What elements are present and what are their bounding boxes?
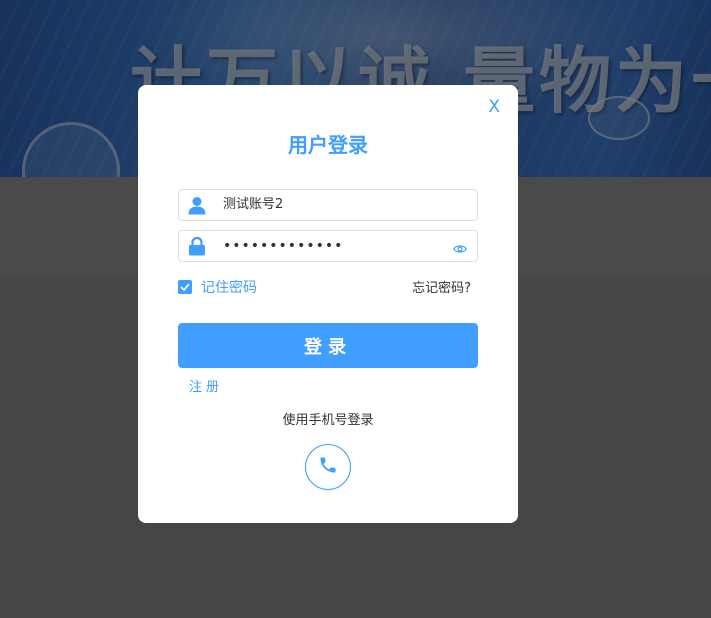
phone-icon <box>318 455 338 479</box>
phone-login-label: 使用手机号登录 <box>282 413 374 428</box>
remember-password-label: 记住密码 <box>201 280 257 296</box>
forgot-password-link[interactable]: 忘记密码? <box>412 277 471 296</box>
password-value: ••••••••••••• <box>223 238 344 254</box>
login-dialog: X 用户登录 测试账号2 ••••••••••••• 记住密码 忘记密码? 登录… <box>138 85 518 523</box>
password-field[interactable]: ••••••••••••• <box>178 230 478 262</box>
dialog-title: 用户登录 <box>288 133 368 157</box>
lock-icon <box>187 236 207 256</box>
phone-login-button[interactable] <box>305 444 351 490</box>
username-field[interactable]: 测试账号2 <box>178 189 478 221</box>
user-icon <box>187 195 207 215</box>
register-link[interactable]: 注册 <box>189 376 223 395</box>
username-value: 测试账号2 <box>223 197 284 212</box>
remember-password-checkbox[interactable]: 记住密码 <box>178 277 257 297</box>
eye-icon[interactable] <box>453 240 467 253</box>
close-button[interactable]: X <box>488 97 500 117</box>
checkmark-icon <box>178 280 192 294</box>
login-button[interactable]: 登录 <box>178 323 478 368</box>
